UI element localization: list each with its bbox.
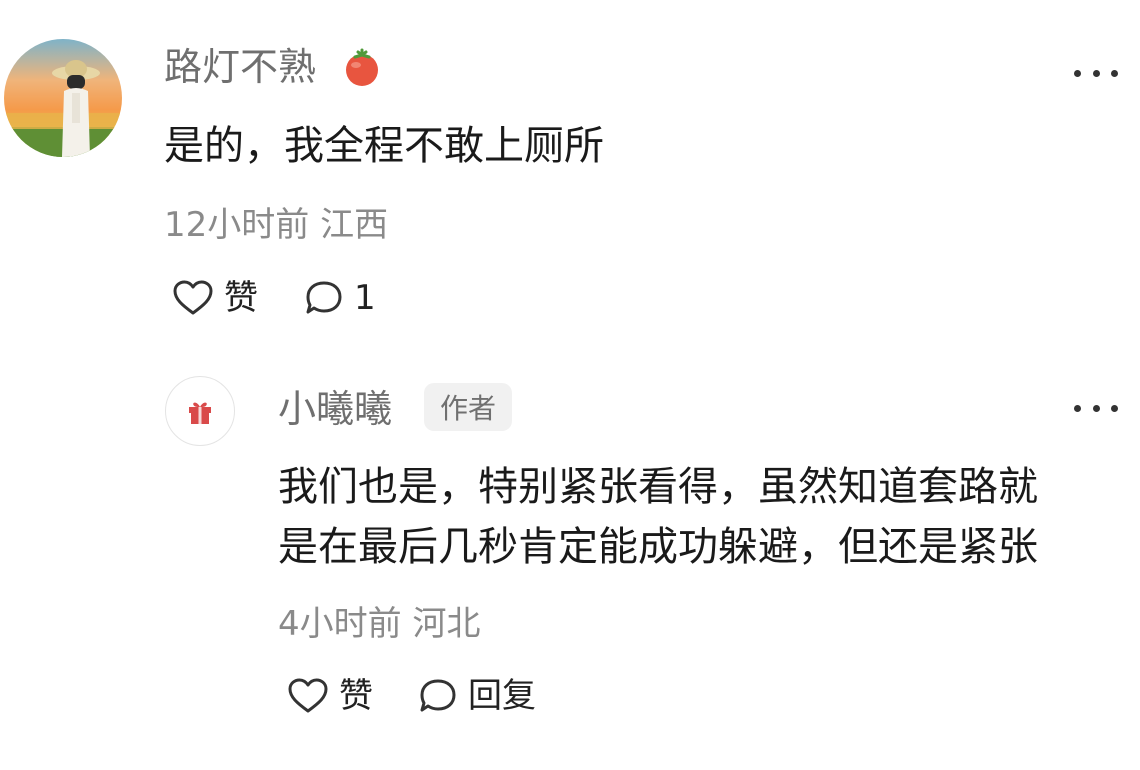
reply-button[interactable]: 1 [304,279,376,317]
heart-icon [288,678,328,713]
reply-text-line: 我们也是，特别紧张看得，虽然知道套路就 [278,464,1038,510]
comment-text: 是的，我全程不敢上厕所 [164,123,604,169]
comment-thread: 路灯不熟 是的，我全程不敢上厕所 12小时前 江西 赞 1 小曦曦 作者 我们也… [0,0,1140,770]
avatar-image [4,39,122,157]
like-label: 赞 [339,676,373,716]
reply-username[interactable]: 小曦曦 [278,390,392,428]
reply-like-button[interactable]: 赞 [287,677,373,715]
reply-more-options-button[interactable] [1074,402,1118,414]
reply-meta: 4小时前 河北 [278,604,481,644]
heart-icon [173,280,213,315]
comment-username[interactable]: 路灯不熟 [164,48,316,86]
reply-count: 1 [354,278,376,318]
avatar[interactable] [4,39,122,157]
comment-bubble-icon [420,679,456,712]
author-badge: 作者 [424,383,513,431]
like-button[interactable]: 赞 [172,279,258,317]
comment-meta: 12小时前 江西 [164,205,389,245]
tomato-icon [341,47,383,87]
reply-avatar[interactable] [165,376,235,446]
like-label: 赞 [224,278,258,318]
comment-bubble-icon [306,281,342,314]
reply-reply-button[interactable]: 回复 [418,677,536,715]
reply-text-line: 是在最后几秒肯定能成功躲避，但还是紧张 [278,524,1038,570]
more-options-button[interactable] [1074,67,1118,79]
reply-label: 回复 [468,676,536,716]
gift-icon [189,402,211,424]
